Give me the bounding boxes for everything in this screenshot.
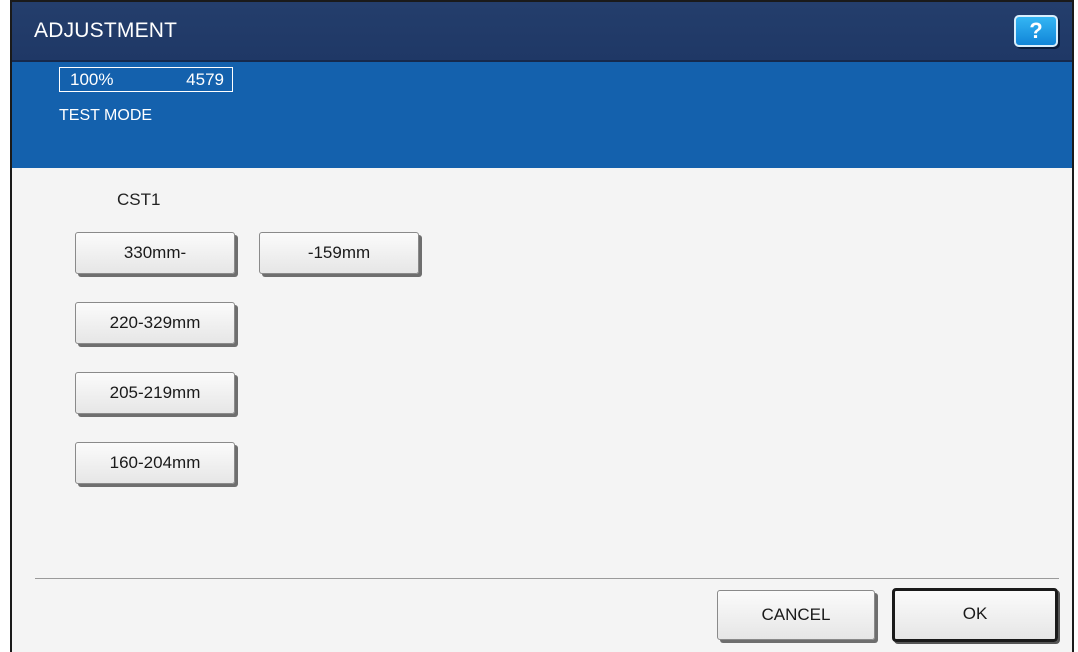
status-panel: 100% 4579 TEST MODE xyxy=(12,62,1072,168)
question-mark-icon: ? xyxy=(1029,18,1043,43)
size-330mm-button[interactable]: 330mm- xyxy=(75,232,235,274)
title-bar: ADJUSTMENT ? xyxy=(12,2,1072,62)
button-label: 330mm- xyxy=(123,243,187,262)
zoom-level: 100% xyxy=(70,70,114,89)
adjustment-window: ADJUSTMENT ? 100% 4579 TEST MODE CST1 33… xyxy=(10,0,1074,652)
cancel-button[interactable]: CANCEL xyxy=(717,590,875,640)
size-205-219mm-button[interactable]: 205-219mm xyxy=(75,372,235,414)
copy-count: 4579 xyxy=(186,70,224,89)
window-title: ADJUSTMENT xyxy=(34,19,178,42)
button-label: OK xyxy=(962,604,988,623)
mode-indicator: TEST MODE xyxy=(59,107,153,124)
size-159mm-button[interactable]: -159mm xyxy=(259,232,419,274)
button-label: CANCEL xyxy=(761,605,831,624)
footer-divider xyxy=(35,578,1059,579)
ok-button[interactable]: OK xyxy=(892,588,1058,642)
main-content: CST1 330mm- -159mm 220-329mm 205-219mm 1… xyxy=(12,168,1072,652)
button-label: 205-219mm xyxy=(109,383,201,402)
button-label: 220-329mm xyxy=(109,313,201,332)
button-label: -159mm xyxy=(307,243,371,262)
help-button[interactable]: ? xyxy=(1014,15,1058,47)
button-label: 160-204mm xyxy=(109,453,201,472)
size-220-329mm-button[interactable]: 220-329mm xyxy=(75,302,235,344)
size-160-204mm-button[interactable]: 160-204mm xyxy=(75,442,235,484)
counter-display: 100% 4579 xyxy=(59,67,233,92)
cassette-label: CST1 xyxy=(117,190,161,209)
